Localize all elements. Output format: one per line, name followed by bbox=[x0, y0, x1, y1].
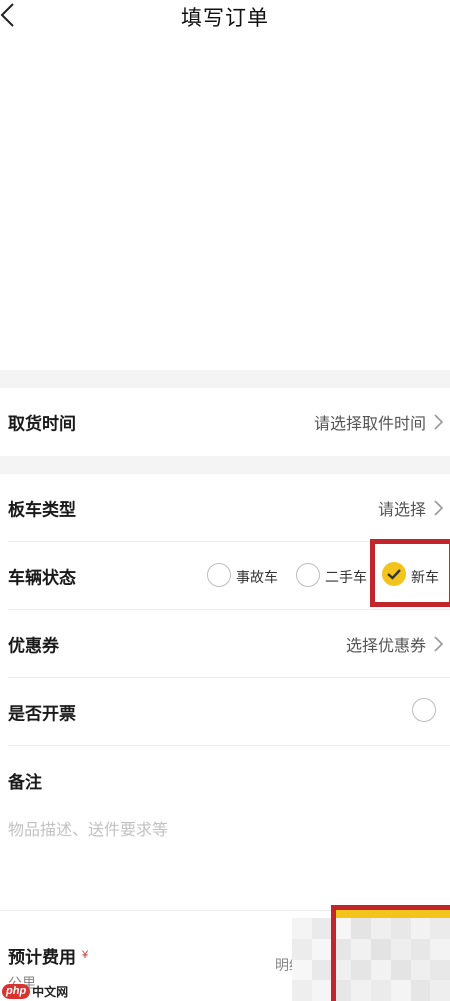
coupon-label: 优惠券 bbox=[8, 636, 59, 656]
currency-symbol: ¥ bbox=[82, 949, 89, 961]
invoice-row: 是否开票 bbox=[0, 678, 450, 746]
page-title: 填写订单 bbox=[181, 7, 269, 30]
radio-used-car[interactable] bbox=[296, 563, 320, 587]
coupon-value: 选择优惠券 bbox=[345, 638, 426, 655]
radio-accident-car[interactable] bbox=[207, 563, 231, 587]
chevron-right-icon bbox=[434, 414, 444, 430]
pickup-time-value: 请选择取件时间 bbox=[313, 416, 426, 433]
trailer-type-value: 请选择 bbox=[377, 502, 426, 519]
watermark-badge: php bbox=[2, 983, 31, 999]
highlight-box-submit bbox=[331, 905, 450, 1001]
pickup-time-row[interactable]: 取货时间 请选择取件时间 bbox=[0, 388, 450, 456]
chevron-right-icon bbox=[434, 636, 444, 652]
content-blank-area bbox=[0, 32, 450, 370]
site-watermark: php 中文网 bbox=[2, 982, 68, 1000]
notes-label: 备注 bbox=[8, 773, 42, 792]
notes-input[interactable]: 物品描述、送件要求等 bbox=[8, 816, 168, 840]
watermark-text: 中文网 bbox=[32, 984, 69, 999]
vehicle-status-label: 车辆状态 bbox=[8, 568, 76, 588]
divider bbox=[8, 745, 450, 746]
highlight-box-new-car bbox=[370, 539, 450, 607]
estimated-fee-label: 预计费用 bbox=[8, 948, 76, 967]
section-gap bbox=[0, 456, 450, 474]
radio-accident-car-label[interactable]: 事故车 bbox=[236, 567, 278, 587]
invoice-checkbox[interactable] bbox=[412, 698, 436, 722]
trailer-type-label: 板车类型 bbox=[8, 500, 76, 520]
section-gap bbox=[0, 370, 450, 388]
submit-button-top-edge bbox=[336, 910, 450, 918]
trailer-type-row[interactable]: 板车类型 请选择 bbox=[0, 474, 450, 542]
nav-bar: 填写订单 bbox=[0, 0, 450, 32]
invoice-label: 是否开票 bbox=[8, 704, 76, 724]
chevron-right-icon bbox=[434, 500, 444, 516]
radio-used-car-label[interactable]: 二手车 bbox=[325, 567, 367, 587]
pickup-time-label: 取货时间 bbox=[8, 414, 76, 434]
coupon-row[interactable]: 优惠券 选择优惠券 bbox=[0, 610, 450, 678]
